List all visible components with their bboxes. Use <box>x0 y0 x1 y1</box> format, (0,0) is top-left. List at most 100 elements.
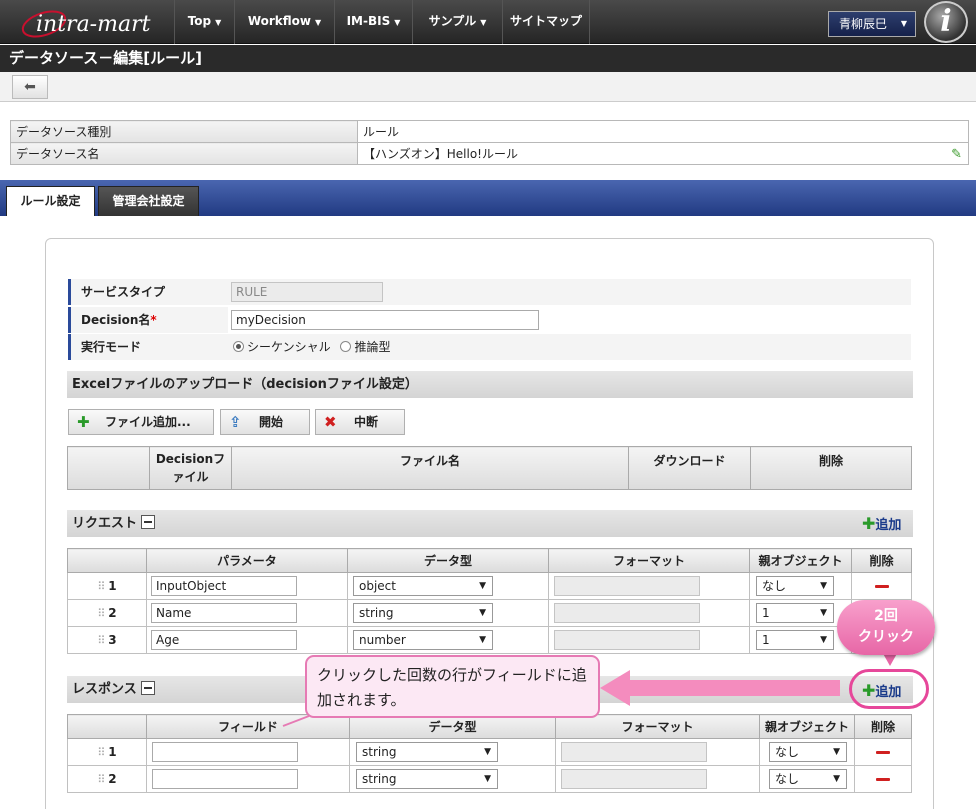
user-menu-button[interactable]: 青柳辰巳 ▼ <box>828 11 916 37</box>
format-input <box>554 576 700 596</box>
pencil-icon[interactable]: ✎ <box>951 147 962 162</box>
column-header: フォーマット <box>548 548 750 573</box>
service-type-input <box>231 282 383 302</box>
back-button[interactable]: ⬅ <box>12 75 48 99</box>
type-select[interactable]: string ▼ <box>356 769 498 789</box>
field-input[interactable] <box>152 769 298 789</box>
parent-select-value: 1 <box>762 633 770 647</box>
parent-select[interactable]: 1 ▼ <box>756 630 834 650</box>
delete-row-icon[interactable] <box>876 751 890 754</box>
info-badge-icon[interactable]: i <box>924 1 968 43</box>
parent-select[interactable]: なし ▼ <box>769 769 847 789</box>
collapse-request-button[interactable] <box>141 515 156 529</box>
column-header: 親オブジェクト <box>749 548 852 573</box>
chevron-down-icon: ▼ <box>215 18 222 27</box>
drag-handle-icon[interactable]: ⠿ <box>97 634 105 647</box>
decision-name-label-text: Decision名 <box>81 313 151 327</box>
nav-sample-label: サンプル <box>428 14 477 28</box>
exec-mode-row: 実行モード シーケンシャル 推論型 <box>68 334 911 360</box>
row-number: 1 <box>108 579 117 593</box>
type-select-value: string <box>362 745 397 759</box>
dropdown-arrow-icon: ▼ <box>833 774 840 784</box>
type-cell: number ▼ <box>347 626 549 654</box>
request-add-button[interactable]: ✚追加 <box>862 514 901 533</box>
nav-top[interactable]: Top ▼ <box>174 0 234 44</box>
radio-inference[interactable] <box>340 341 352 352</box>
nav-sample[interactable]: サンプル ▼ <box>412 0 502 44</box>
parent-select-value: なし <box>775 745 800 759</box>
parent-select-value: なし <box>775 772 800 786</box>
click-count-line2: クリック <box>858 629 914 645</box>
click-count-bubble: 2回 クリック <box>837 600 935 655</box>
user-name: 青柳辰巳 <box>839 17 888 31</box>
cross-icon: ✖ <box>324 413 337 431</box>
decision-name-input[interactable] <box>231 310 539 330</box>
nav-im-bis[interactable]: IM-BIS ▼ <box>334 0 412 44</box>
intra-mart-logo[interactable]: intra-mart <box>14 4 174 40</box>
delete-row-icon[interactable] <box>874 585 889 588</box>
callout-pointer <box>282 715 310 727</box>
delete-cell <box>854 738 912 766</box>
dropdown-arrow-icon: ▼ <box>820 608 827 618</box>
nav-im-bis-label: IM-BIS <box>346 14 391 28</box>
drag-handle-icon[interactable]: ⠿ <box>97 746 105 759</box>
add-file-button[interactable]: ✚ ファイル追加... <box>68 409 214 435</box>
param-cell <box>146 599 348 627</box>
parent-select[interactable]: なし ▼ <box>756 576 834 596</box>
parent-select[interactable]: 1 ▼ <box>756 603 834 623</box>
row-number: 2 <box>108 606 117 620</box>
column-header: フォーマット <box>555 714 760 739</box>
row-number: 1 <box>108 745 117 759</box>
dropdown-arrow-icon: ▼ <box>479 608 486 618</box>
decision-name-row: Decision名* <box>68 307 911 333</box>
nav-sitemap[interactable]: サイトマップ <box>502 0 590 44</box>
cancel-upload-button[interactable]: ✖ 中断 <box>315 409 405 435</box>
table-header-row: Decisionファイル ファイル名 ダウンロード 削除 <box>67 446 912 490</box>
table-header-row: フィールド データ型 フォーマット 親オブジェクト 削除 <box>67 714 912 739</box>
drag-handle-icon[interactable]: ⠿ <box>97 607 105 620</box>
drag-handle-icon[interactable]: ⠿ <box>97 773 105 786</box>
radio-sequential[interactable] <box>233 341 244 352</box>
column-header <box>67 548 147 573</box>
param-input[interactable] <box>151 603 297 623</box>
column-header: 親オブジェクト <box>759 714 855 739</box>
start-upload-button[interactable]: ⇪ 開始 <box>220 409 310 435</box>
collapse-response-button[interactable] <box>140 681 155 695</box>
drag-handle-icon[interactable]: ⠿ <box>97 580 105 593</box>
type-select[interactable]: number ▼ <box>353 630 493 650</box>
page-title: データソース－編集[ルール] <box>0 45 976 72</box>
parent-select[interactable]: なし ▼ <box>769 742 847 762</box>
table-row: ⠿ 1 string ▼ なし ▼ <box>67 738 912 766</box>
service-type-value-cell <box>228 279 911 305</box>
param-input[interactable] <box>151 576 297 596</box>
type-cell: string ▼ <box>349 738 556 766</box>
parent-select-value: 1 <box>762 606 770 620</box>
delete-row-icon[interactable] <box>876 778 890 781</box>
param-input[interactable] <box>151 630 297 650</box>
tab-rule-settings[interactable]: ルール設定 <box>6 186 95 216</box>
nav-workflow[interactable]: Workflow ▼ <box>234 0 334 44</box>
decision-name-value-cell <box>228 307 911 333</box>
datasource-name-cell: 【ハンズオン】Hello!ルール ✎ <box>357 142 969 165</box>
row-number-cell: ⠿ 2 <box>67 599 147 627</box>
type-select[interactable]: object ▼ <box>353 576 493 596</box>
upload-icon: ⇪ <box>229 413 242 431</box>
field-input[interactable] <box>152 742 298 762</box>
chevron-down-icon: ▼ <box>315 18 322 27</box>
type-select[interactable]: string ▼ <box>353 603 493 623</box>
plus-icon: ✚ <box>77 413 90 431</box>
decision-name-label: Decision名* <box>68 307 226 333</box>
highlight-ring <box>849 669 929 709</box>
dropdown-arrow-icon: ▼ <box>479 581 486 591</box>
upload-section-header: Excelファイルのアップロード（decisionファイル設定） <box>67 371 913 398</box>
row-number: 3 <box>108 633 117 647</box>
table-row: ⠿ 3 number▼ 1▼ <box>67 626 912 654</box>
left-arrow-icon: ⬅ <box>24 79 36 95</box>
row-number-cell: ⠿ 3 <box>67 626 147 654</box>
format-cell <box>548 572 750 600</box>
type-select[interactable]: string ▼ <box>356 742 498 762</box>
tab-management-company[interactable]: 管理会社設定 <box>98 186 199 216</box>
format-input <box>561 742 707 762</box>
service-type-row: サービスタイプ <box>68 279 911 305</box>
type-cell: string ▼ <box>347 599 549 627</box>
